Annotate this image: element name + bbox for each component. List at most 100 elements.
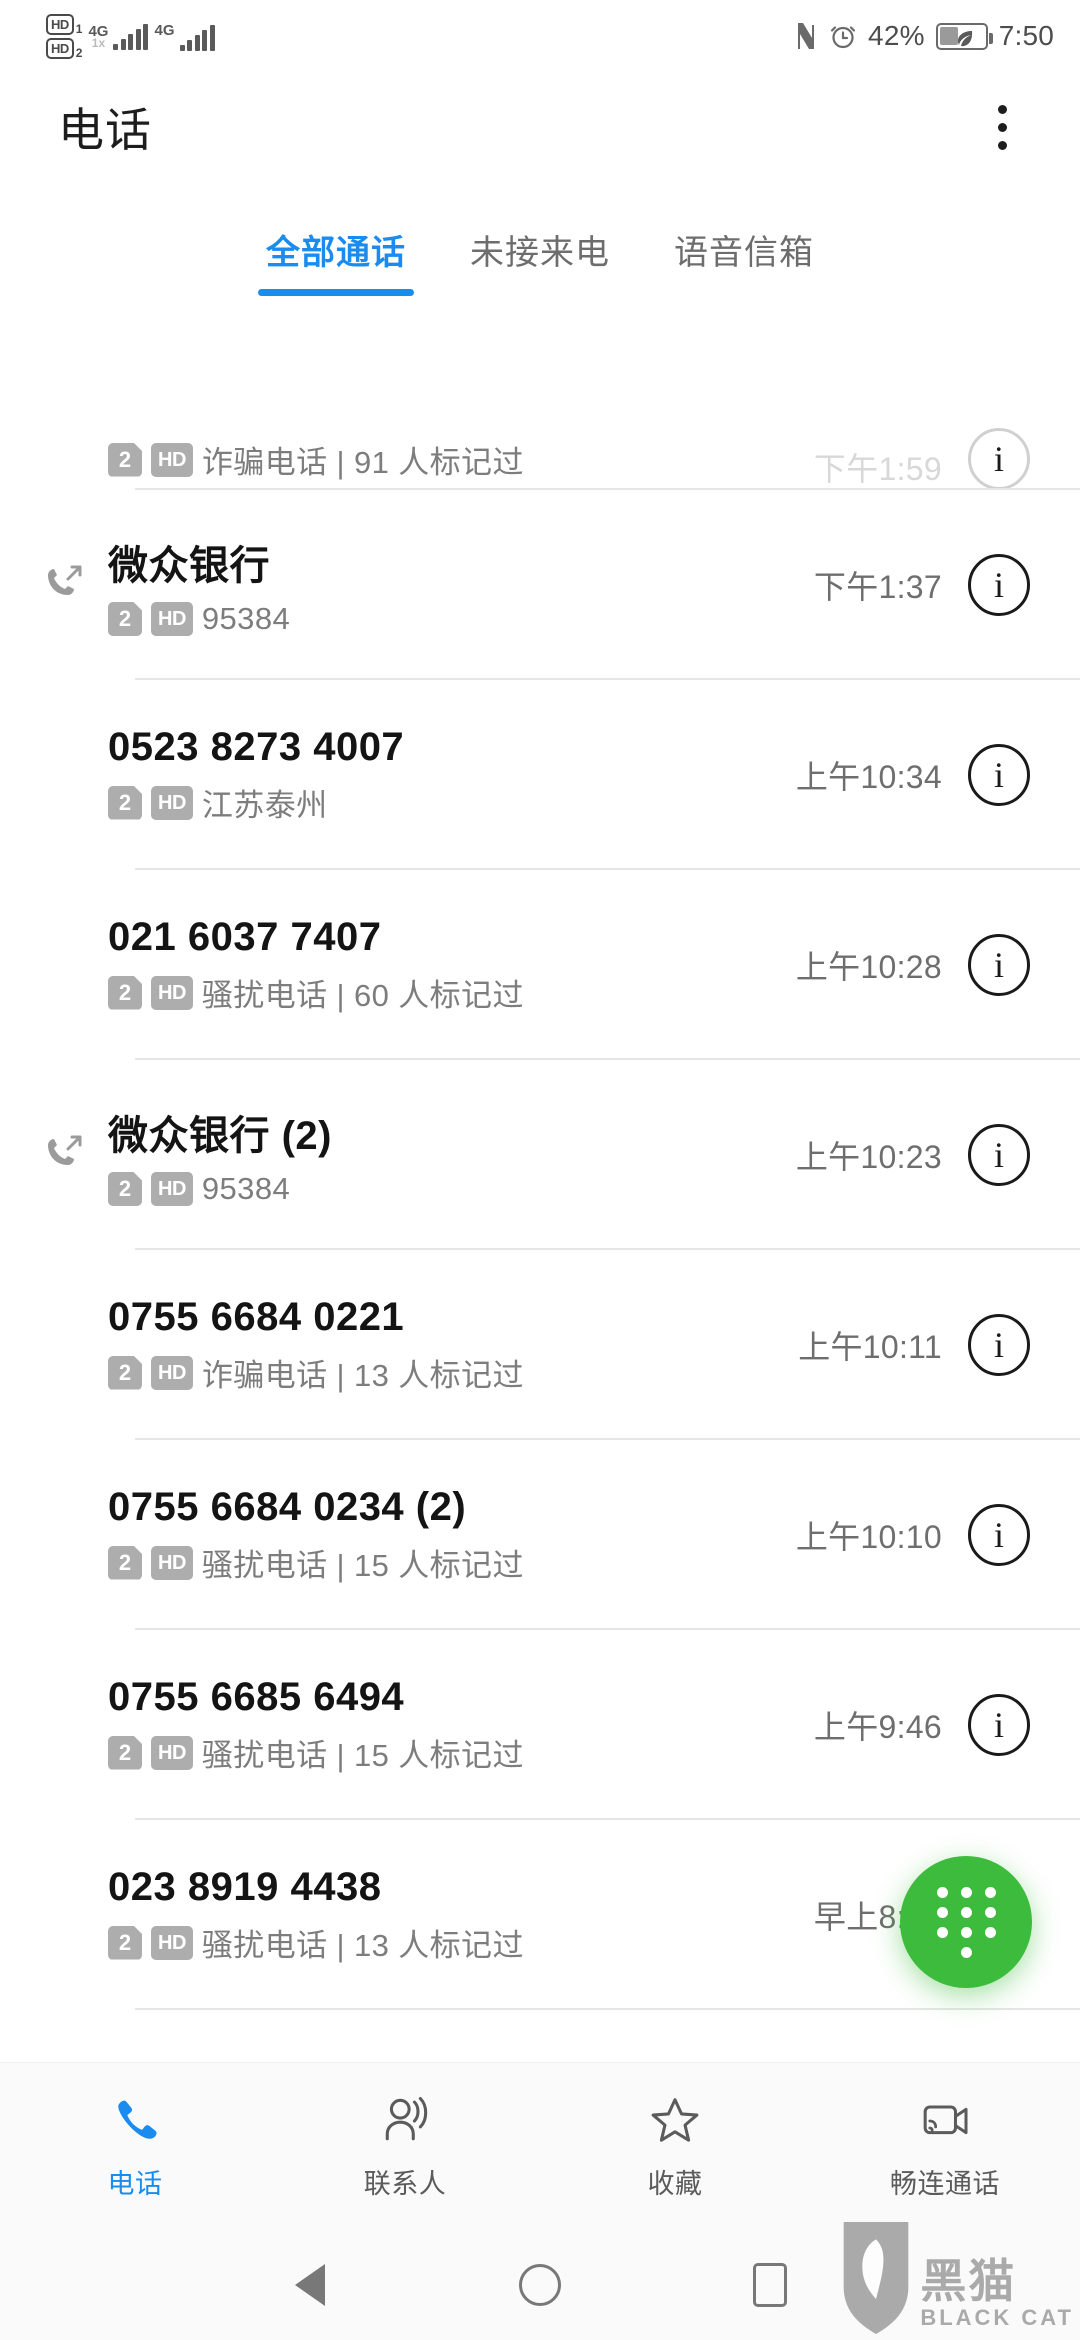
call-number-label: 95384 [201,601,291,636]
call-details-button[interactable]: i [968,744,1030,806]
sim-badge: 2 [108,1925,142,1960]
call-tag-label: 诈骗电话 | 91 人标记过 [201,445,524,480]
nav-back-button[interactable] [195,2264,425,2306]
call-log-row[interactable]: 0755 6684 0234 (2) 2 HD 骚扰电话 | 15 人标记过 上… [0,1440,1080,1630]
hd-badge: HD [151,1925,193,1960]
call-details-button[interactable]: i [968,1124,1030,1186]
call-log-row[interactable]: 2 HD 诈骗电话 | 91 人标记过 下午1:59 i [0,402,1080,490]
signal-bars-icon [113,23,149,50]
nav-item-video-call[interactable]: 畅连通话 [810,2092,1080,2201]
call-location-label: 江苏泰州 [201,788,328,823]
sim-badge: 2 [108,785,142,820]
nav-recents-button[interactable] [655,2263,885,2307]
app-bar: 电话 [0,72,1080,182]
call-details-button[interactable]: i [968,554,1030,616]
call-row-title: 0755 6685 6494 [108,1675,405,1719]
nav-label: 收藏 [647,2169,703,2199]
tab-label: 未接来电 [470,233,610,272]
status-bar-right: 42% 7:50 [794,20,1054,52]
call-log-row[interactable]: 0755 6684 0221 2 HD 诈骗电话 | 13 人标记过 上午10:… [0,1250,1080,1440]
call-row-main: 0755 6684 0234 (2) 2 HD 骚扰电话 | 15 人标记过 [108,1485,796,1585]
info-glyph: i [993,755,1004,795]
sim1-number: 1 [75,21,83,36]
nav-home-button[interactable] [425,2264,655,2306]
tab-voicemail[interactable]: 语音信箱 [660,225,828,296]
call-log-row[interactable]: 微众银行 2 HD 95384 下午1:37 i [0,490,1080,680]
tab-missed-calls[interactable]: 未接来电 [456,225,624,296]
hd-badge: HD [151,442,193,477]
dialpad-fab-button[interactable] [900,1856,1032,1988]
call-log-row[interactable]: 021 6037 7407 2 HD 骚扰电话 | 60 人标记过 上午10:2… [0,870,1080,1060]
nav-item-phone[interactable]: 电话 [0,2092,270,2201]
call-row-title: 0755 6684 0234 (2) [108,1485,467,1529]
call-details-button[interactable]: i [968,428,1030,490]
info-glyph: i [993,1515,1004,1555]
call-row-main: 微众银行 2 HD 95384 [108,533,814,637]
sim-badge: 2 [108,1735,142,1770]
sim-badge: 2 [108,1172,142,1206]
call-log-row[interactable]: 0523 8273 4007 2 HD 江苏泰州 上午10:34 i [0,680,1080,870]
nfc-icon [794,21,818,51]
call-row-main: 2 HD 诈骗电话 | 91 人标记过 [108,437,814,490]
status-bar-left: HD 1 HD 2 4G 1x 4G [46,13,215,60]
tab-label: 全部通话 [266,233,406,272]
call-log-row[interactable]: 微众银行 (2) 2 HD 95384 上午10:23 i [0,1060,1080,1250]
network-type-sim2: 4G [154,21,175,39]
sim2-number: 2 [75,45,83,60]
call-details-button[interactable]: i [968,1504,1030,1566]
page-title: 电话 [58,104,152,156]
call-row-main: 0755 6684 0221 2 HD 诈骗电话 | 13 人标记过 [108,1295,798,1395]
call-log-row[interactable]: 0755 6685 6494 2 HD 骚扰电话 | 15 人标记过 上午9:4… [0,1630,1080,1820]
row-divider [135,2008,1080,2010]
info-glyph: i [993,1325,1004,1365]
outgoing-call-icon [42,563,108,607]
call-number-label: 95384 [201,1171,291,1206]
nav-item-contacts[interactable]: 联系人 [270,2092,540,2201]
bottom-navigation-bar: 电话 联系人 收藏 畅连通话 [0,2062,1080,2230]
network-sub-sim1: 1x [91,35,106,50]
call-tag-label: 骚扰电话 | 15 人标记过 [201,1738,524,1773]
call-row-subtitle: 2 HD 诈骗电话 | 13 人标记过 [108,1350,798,1395]
call-time: 上午10:10 [795,1519,942,1555]
hd-label: HD [46,13,74,35]
hd-badge: HD [151,1355,193,1390]
call-row-subtitle: 2 HD 骚扰电话 | 13 人标记过 [108,1920,814,1965]
battery-saver-icon [935,22,993,50]
nav-item-favorites[interactable]: 收藏 [540,2092,810,2201]
tab-label: 语音信箱 [674,233,814,272]
call-row-subtitle: 2 HD 95384 [108,601,814,637]
tab-all-calls[interactable]: 全部通话 [252,225,420,296]
nav-label: 畅连通话 [890,2169,1000,2199]
call-time: 下午1:37 [813,569,942,605]
call-row-main: 021 6037 7407 2 HD 骚扰电话 | 60 人标记过 [108,915,796,1015]
call-time: 上午10:23 [795,1139,942,1175]
status-bar: HD 1 HD 2 4G 1x 4G 42% 7:50 [0,0,1080,72]
overflow-menu-icon[interactable] [974,99,1030,155]
call-row-subtitle: 2 HD 骚扰电话 | 15 人标记过 [108,1730,814,1775]
hd-badge: HD [151,602,193,636]
hd-badge: HD [151,1545,193,1580]
sim-badge: 2 [108,1545,142,1580]
info-glyph: i [993,1705,1004,1745]
alarm-icon [829,22,857,50]
call-log-list[interactable]: 2 HD 诈骗电话 | 91 人标记过 下午1:59 i 微众银行 2 HD 9… [0,402,1080,2062]
nav-label: 电话 [107,2169,163,2199]
sim-badge: 2 [108,975,142,1010]
call-time: 下午1:59 [813,451,942,487]
home-circle-icon [519,2264,561,2306]
tab-active-indicator [462,289,618,296]
call-row-title: 微众银行 (2) [108,1114,332,1158]
call-details-button[interactable]: i [968,1314,1030,1376]
call-time: 上午10:34 [795,759,942,795]
call-details-button[interactable]: i [968,1694,1030,1756]
call-row-main: 0755 6685 6494 2 HD 骚扰电话 | 15 人标记过 [108,1675,814,1775]
tab-active-indicator [666,289,822,296]
call-row-title: 023 8919 4438 [108,1865,382,1909]
hd-sim1-indicator: HD 1 [46,13,83,36]
call-row-title: 021 6037 7407 [108,915,382,959]
call-row-subtitle: 2 HD 骚扰电话 | 60 人标记过 [108,970,796,1015]
video-call-icon [917,2092,973,2150]
call-row-title: 0755 6684 0221 [108,1295,405,1339]
phone-icon [109,2092,161,2150]
call-details-button[interactable]: i [968,934,1030,996]
